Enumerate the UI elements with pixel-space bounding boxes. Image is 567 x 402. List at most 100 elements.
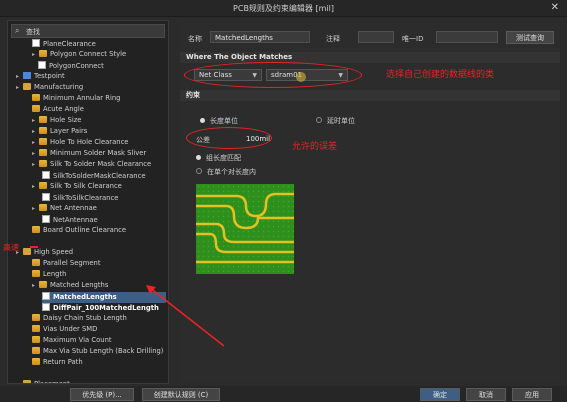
radio-group-matched[interactable]: 组长度匹配 bbox=[196, 153, 241, 163]
tree-item-label: Silk To Solder Mask Clearance bbox=[50, 160, 152, 168]
tree-item-label: Hole Size bbox=[50, 116, 82, 124]
test-query-button[interactable]: 测试查询 bbox=[506, 31, 554, 44]
tree-item-label: PlaneClearance bbox=[43, 40, 96, 48]
priority-button[interactable]: 优先级 (P)... bbox=[70, 388, 134, 401]
rule-icon bbox=[32, 336, 40, 343]
tree-item[interactable]: ▸ Placement bbox=[16, 380, 166, 383]
tree-item-label: Minimum Solder Mask Sliver bbox=[50, 149, 147, 157]
tree-item[interactable]: ▸ Minimum Solder Mask Sliver bbox=[32, 149, 166, 160]
radio-dot bbox=[196, 168, 202, 174]
tree-item[interactable]: ▸ Testpoint bbox=[16, 72, 166, 83]
close-icon[interactable]: ✕ bbox=[551, 2, 559, 13]
radio-length-units[interactable]: 长度单位 bbox=[200, 116, 238, 126]
annotation-arrow bbox=[146, 285, 225, 347]
tree-item[interactable]: PlaneClearance bbox=[32, 39, 166, 50]
tree-item-label: Silk To Silk Clearance bbox=[50, 182, 122, 190]
expand-arrow-icon[interactable]: ▸ bbox=[32, 205, 39, 212]
rule-icon bbox=[39, 116, 47, 123]
comment-label: 注释 bbox=[326, 35, 340, 43]
ok-button[interactable]: 确定 bbox=[420, 388, 460, 401]
expand-arrow-icon[interactable]: ▸ bbox=[32, 161, 39, 168]
tree-item-label: Testpoint bbox=[34, 72, 65, 80]
annotation-highspeed: 高速 bbox=[3, 243, 19, 252]
search-input[interactable]: ⌕ 查找 bbox=[11, 24, 165, 38]
rule-instance-icon bbox=[38, 61, 46, 69]
expand-arrow-icon[interactable]: ▸ bbox=[16, 381, 23, 383]
tree-item[interactable]: ▸ Silk To Silk Clearance bbox=[32, 182, 166, 193]
comment-input[interactable] bbox=[358, 31, 394, 43]
radio-within-pair[interactable]: 在单个对长度内 bbox=[196, 167, 256, 177]
tree-item[interactable]: Acute Angle bbox=[32, 105, 166, 116]
tree-item[interactable]: ▸ Net Antennae bbox=[32, 204, 166, 215]
tree-item-label: Board Outline Clearance bbox=[43, 226, 127, 234]
rule-instance-icon bbox=[32, 39, 40, 47]
rule-icon bbox=[32, 105, 40, 112]
rule-icon bbox=[39, 281, 47, 288]
tree-item-label: Minimum Annular Ring bbox=[43, 94, 121, 102]
rule-icon bbox=[32, 325, 40, 332]
radio-dot bbox=[316, 117, 322, 123]
tree-item[interactable]: SilkToSolderMaskClearance bbox=[42, 171, 166, 182]
rule-icon bbox=[32, 94, 40, 101]
annotation-netclass-note: 选择自己创建的数据线的类 bbox=[386, 70, 495, 80]
tree-item[interactable]: ▸ High Speed bbox=[16, 248, 166, 259]
name-input[interactable]: MatchedLengths bbox=[210, 31, 310, 43]
tree-item[interactable]: Length bbox=[32, 270, 166, 281]
tree-item[interactable]: Board Outline Clearance bbox=[32, 226, 166, 237]
tree-item-label: Hole To Hole Clearance bbox=[50, 138, 129, 146]
radio-group-matched-label: 组长度匹配 bbox=[206, 154, 241, 162]
expand-arrow-icon[interactable]: ▸ bbox=[32, 117, 39, 124]
tree-item[interactable]: ▸ Polygon Connect Style bbox=[32, 50, 166, 61]
tree-item[interactable]: Return Path bbox=[32, 358, 166, 369]
expand-arrow-icon[interactable]: ▸ bbox=[32, 282, 39, 289]
expand-arrow-icon[interactable]: ▸ bbox=[32, 139, 39, 146]
tree-item-label: SilkToSilkClearance bbox=[53, 194, 119, 202]
radio-length-units-label: 长度单位 bbox=[210, 117, 238, 125]
radio-delay-units-label: 延时单位 bbox=[327, 117, 355, 125]
annotation-ellipse-tolerance bbox=[186, 127, 272, 149]
rule-editor-panel: 名称 MatchedLengths 注释 唯一ID 测试查询 Where The… bbox=[180, 20, 560, 382]
apply-button[interactable]: 应用 bbox=[512, 388, 552, 401]
tree-item-label: High Speed bbox=[34, 248, 74, 256]
radio-dot bbox=[196, 155, 201, 160]
tree-item[interactable]: PolygonConnect bbox=[38, 61, 166, 72]
radio-dot bbox=[200, 118, 205, 123]
tree-item[interactable]: SilkToSilkClearance bbox=[42, 193, 166, 204]
tree-item[interactable]: NetAntennae bbox=[42, 215, 166, 226]
annotation-arrow-left bbox=[30, 246, 38, 248]
tree-item[interactable]: ▸ Manufacturing bbox=[16, 83, 166, 94]
expand-arrow-icon[interactable]: ▸ bbox=[32, 128, 39, 135]
expand-arrow-icon[interactable]: ▸ bbox=[32, 51, 39, 58]
rule-icon bbox=[32, 226, 40, 233]
tree-item-label: Manufacturing bbox=[34, 83, 84, 91]
tree-item-label: Placement bbox=[34, 380, 70, 383]
expand-arrow-icon[interactable]: ▸ bbox=[32, 183, 39, 190]
rule-instance-icon bbox=[42, 193, 50, 201]
cancel-button[interactable]: 取消 bbox=[466, 388, 506, 401]
tree-item-label: Length bbox=[43, 270, 67, 278]
testpoint-icon bbox=[23, 72, 31, 79]
tree-item-label: Parallel Segment bbox=[43, 259, 101, 267]
tree-item-label: Matched Lengths bbox=[50, 281, 109, 289]
expand-arrow-icon[interactable]: ▸ bbox=[16, 84, 23, 91]
expand-arrow-icon[interactable]: ▸ bbox=[32, 150, 39, 157]
tree-item[interactable]: ▸ Hole To Hole Clearance bbox=[32, 138, 166, 149]
tree-item[interactable]: Minimum Annular Ring bbox=[32, 94, 166, 105]
search-icon: ⌕ bbox=[15, 26, 20, 35]
title-bar: PCB规则及约束编辑器 [mil] ✕ bbox=[0, 0, 567, 17]
rule-instance-icon bbox=[42, 171, 50, 179]
rule-instance-icon bbox=[42, 292, 50, 300]
create-default-rules-button[interactable]: 创建默认规则 (C) bbox=[142, 388, 220, 401]
folder-icon bbox=[23, 83, 31, 90]
rule-icon bbox=[32, 314, 40, 321]
tree-item-label: Net Antennae bbox=[50, 204, 97, 212]
rule-instance-icon bbox=[42, 215, 50, 223]
tree-item[interactable]: ▸ Layer Pairs bbox=[32, 127, 166, 138]
uid-input[interactable] bbox=[436, 31, 498, 43]
rule-icon bbox=[39, 160, 47, 167]
tree-item[interactable]: ▸ Silk To Solder Mask Clearance bbox=[32, 160, 166, 171]
tree-item[interactable]: ▸ Hole Size bbox=[32, 116, 166, 127]
expand-arrow-icon[interactable]: ▸ bbox=[16, 73, 23, 80]
tree-item[interactable]: Parallel Segment bbox=[32, 259, 166, 270]
radio-delay-units[interactable]: 延时单位 bbox=[316, 116, 355, 126]
